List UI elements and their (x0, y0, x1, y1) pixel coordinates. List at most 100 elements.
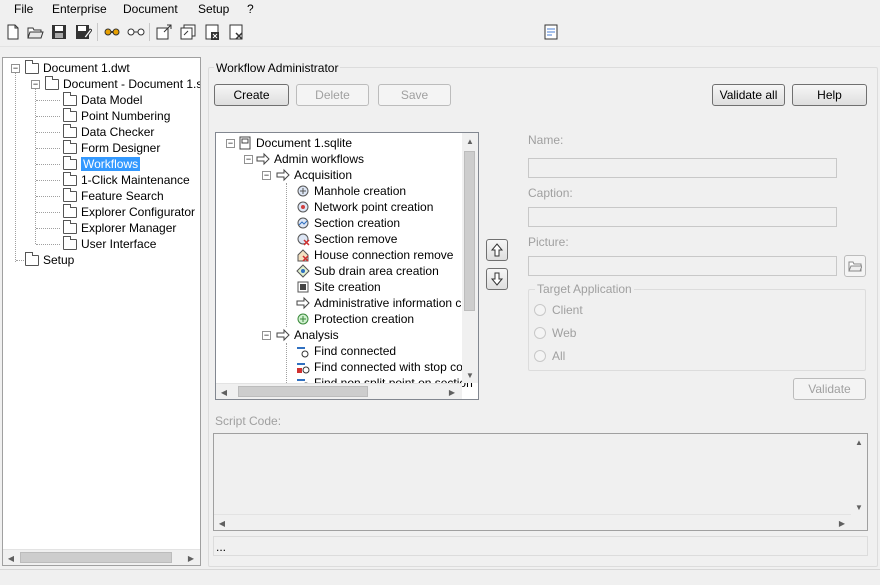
wf-item-analysis[interactable]: Analysis (276, 327, 339, 343)
left-panel-hscrollbar[interactable]: ◀ ▶ (3, 549, 200, 565)
wf-item-section-remove[interactable]: Section remove (296, 231, 397, 247)
radio-circle (534, 304, 546, 316)
scroll-up-icon[interactable]: ▲ (851, 434, 867, 450)
folder-icon (63, 107, 77, 122)
radio-web[interactable]: Web (534, 326, 576, 340)
tree-item-label: Explorer Manager (81, 221, 177, 235)
validate-all-button[interactable]: Validate all (712, 84, 785, 106)
document-close-icon[interactable] (203, 23, 221, 41)
tree-line (36, 228, 60, 229)
caption-input[interactable] (528, 207, 837, 227)
radio-label: Web (552, 326, 577, 340)
save-icon[interactable] (50, 23, 68, 41)
wf-item-manhole-creation[interactable]: Manhole creation (296, 183, 406, 199)
add-connection-icon[interactable] (103, 23, 121, 41)
name-input[interactable] (528, 158, 837, 178)
tree-item-explorer-manager[interactable]: Explorer Manager (63, 219, 177, 236)
browse-picture-button[interactable] (844, 255, 866, 277)
radio-all[interactable]: All (534, 349, 565, 363)
menu-document[interactable]: Document (123, 2, 178, 16)
script-vscrollbar[interactable]: ▲ ▼ (851, 434, 867, 515)
open-folder-icon[interactable] (26, 23, 44, 41)
scroll-left-icon[interactable]: ◀ (214, 515, 230, 531)
tree-item-workflows[interactable]: Workflows (63, 155, 141, 172)
wf-item-section-creation[interactable]: Section creation (296, 215, 400, 231)
move-up-button[interactable] (486, 239, 508, 261)
folder-icon (63, 203, 77, 218)
workflow-tree-vscrollbar[interactable]: ▲ ▼ (462, 133, 478, 383)
picture-input[interactable] (528, 256, 837, 276)
scroll-right-icon[interactable]: ▶ (834, 515, 850, 531)
validate-document-icon[interactable] (542, 23, 560, 41)
new-document-icon[interactable] (4, 23, 22, 41)
tree-item-form-designer[interactable]: Form Designer (63, 139, 161, 156)
menu-setup[interactable]: Setup (198, 2, 229, 16)
wf-item-sub-drain-area-creation[interactable]: Sub drain area creation (296, 263, 439, 279)
remove-connection-icon[interactable] (127, 23, 145, 41)
import-icon[interactable] (179, 23, 197, 41)
wf-item-find-connected-with-stop-condition[interactable]: Find connected with stop condition (296, 359, 478, 375)
tree-item-label: Network point creation (314, 200, 434, 214)
scroll-thumb[interactable] (464, 151, 475, 311)
tree-item-setup[interactable]: Setup (25, 251, 74, 268)
tree-item-point-numbering[interactable]: Point Numbering (63, 107, 170, 124)
scroll-thumb[interactable] (20, 552, 172, 563)
collapse-icon[interactable]: − (226, 139, 235, 148)
wf-item-administrative-information-creation[interactable]: Administrative information creation (296, 295, 478, 311)
tree-item-user-interface[interactable]: User Interface (63, 235, 156, 252)
collapse-icon[interactable]: − (262, 331, 271, 340)
tree-line (36, 148, 60, 149)
tree-item-label: Section creation (314, 216, 401, 230)
delete-button[interactable]: Delete (296, 84, 369, 106)
workflow-tree-hscrollbar[interactable]: ◀ ▶ (216, 383, 462, 399)
collapse-icon[interactable]: − (244, 155, 253, 164)
document-tree-panel: − Document 1.dwt − Document - Document 1… (2, 57, 201, 566)
wf-item-root[interactable]: Document 1.sqlite (238, 135, 352, 151)
scroll-right-icon[interactable]: ▶ (183, 550, 199, 565)
wf-item-acquisition[interactable]: Acquisition (276, 167, 352, 183)
wf-item-protection-creation[interactable]: Protection creation (296, 311, 414, 327)
tree-item-explorer-configurator[interactable]: Explorer Configurator (63, 203, 195, 220)
export-icon[interactable] (155, 23, 173, 41)
create-button[interactable]: Create (214, 84, 289, 106)
tree-item-data-model[interactable]: Data Model (63, 91, 142, 108)
collapse-icon[interactable]: − (262, 171, 271, 180)
menu-enterprise[interactable]: Enterprise (52, 2, 107, 16)
script-code-label: Script Code: (215, 414, 282, 428)
save-button[interactable]: Save (378, 84, 451, 106)
tree-item-data-checker[interactable]: Data Checker (63, 123, 154, 140)
find-connected-icon (297, 347, 309, 358)
scroll-right-icon[interactable]: ▶ (444, 384, 460, 399)
document-delete-icon[interactable] (227, 23, 245, 41)
tree-item-1-click-maintenance[interactable]: 1-Click Maintenance (63, 171, 190, 188)
scroll-left-icon[interactable]: ◀ (3, 550, 19, 565)
scroll-up-icon[interactable]: ▲ (462, 133, 478, 149)
tree-item-label: Form Designer (81, 141, 161, 155)
scroll-down-icon[interactable]: ▼ (851, 499, 867, 515)
wf-item-site-creation[interactable]: Site creation (296, 279, 381, 295)
tree-item-feature-search[interactable]: Feature Search (63, 187, 164, 204)
toolbar (0, 19, 880, 47)
scroll-left-icon[interactable]: ◀ (216, 384, 232, 399)
wf-item-house-connection-remove[interactable]: House connection remove (296, 247, 453, 263)
script-hscrollbar[interactable]: ◀ ▶ (214, 514, 851, 530)
move-down-button[interactable] (486, 268, 508, 290)
collapse-icon[interactable]: − (11, 64, 20, 73)
tree-item-root[interactable]: Document 1.dwt (25, 59, 130, 76)
script-code-editor[interactable]: ▲ ▼ ◀ ▶ (213, 433, 868, 531)
menu-help[interactable]: ? (247, 2, 254, 16)
help-button[interactable]: Help (792, 84, 867, 106)
save-as-icon[interactable] (74, 23, 92, 41)
radio-client[interactable]: Client (534, 303, 583, 317)
tree-line (286, 183, 287, 327)
folder-icon (63, 91, 77, 106)
wf-item-network-point-creation[interactable]: Network point creation (296, 199, 433, 215)
validate-button[interactable]: Validate (793, 378, 866, 400)
menu-file[interactable]: File (14, 2, 33, 16)
wf-item-admin[interactable]: Admin workflows (256, 151, 364, 167)
wf-item-find-connected[interactable]: Find connected (296, 343, 396, 359)
collapse-icon[interactable]: − (31, 80, 40, 89)
tree-item-document[interactable]: Document - Document 1.sqlite (45, 75, 200, 92)
scroll-down-icon[interactable]: ▼ (462, 367, 478, 383)
scroll-thumb[interactable] (238, 386, 368, 397)
